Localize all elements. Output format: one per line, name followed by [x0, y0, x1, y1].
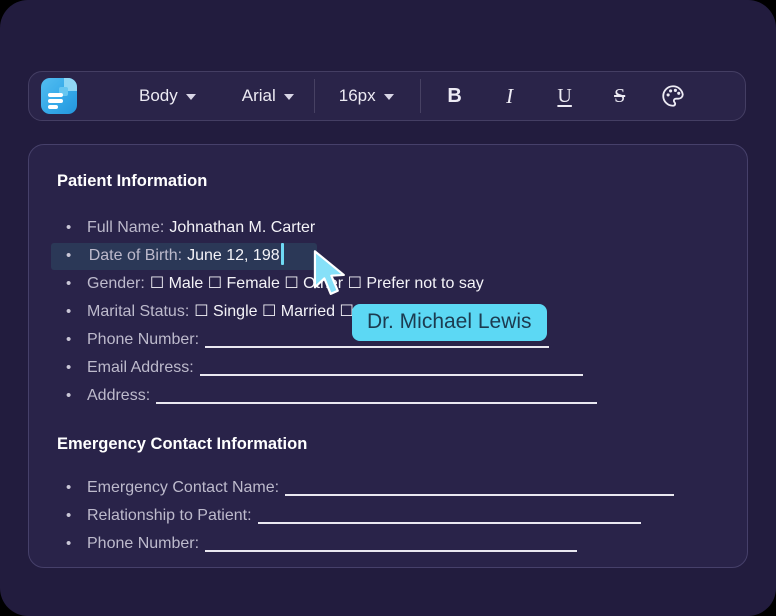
bullet-icon: •	[66, 474, 71, 502]
editor-window: Body Arial 16px B I U S	[0, 0, 776, 616]
list-item-email-address: • Email Address:	[57, 354, 719, 382]
bullet-icon: •	[66, 247, 71, 264]
document-editor-surface[interactable]: Patient Information • Full Name: Johnatha…	[28, 144, 748, 568]
list-item-gender: • Gender:☐ Male ☐ Female ☐ Other ☐ Prefe…	[57, 270, 719, 298]
field-label: Marital Status:	[87, 303, 189, 320]
blank-line	[258, 508, 641, 524]
bullet-icon: •	[66, 270, 71, 298]
font-size-dropdown[interactable]: 16px	[329, 80, 404, 112]
field-label: Phone Number:	[87, 535, 199, 552]
bullet-icon: •	[66, 298, 71, 326]
italic-icon: I	[506, 84, 513, 109]
paragraph-style-dropdown[interactable]: Body	[129, 80, 206, 112]
list-item-full-name: • Full Name: Johnathan M. Carter	[57, 214, 719, 242]
field-label: Relationship to Patient:	[87, 507, 252, 524]
formatting-toolbar: Body Arial 16px B I U S	[28, 71, 746, 121]
bold-button[interactable]: B	[435, 77, 475, 115]
font-family-dropdown[interactable]: Arial	[232, 80, 304, 112]
underline-button[interactable]: U	[545, 77, 585, 115]
text-caret	[281, 243, 284, 265]
field-label: Emergency Contact Name:	[87, 479, 279, 496]
blank-line	[205, 536, 577, 552]
strikethrough-icon: S	[614, 85, 625, 108]
field-label: Phone Number:	[87, 331, 199, 348]
blank-line	[156, 388, 597, 404]
field-label: Gender:	[87, 275, 145, 292]
text-color-button[interactable]	[653, 77, 693, 115]
app-logo-icon	[41, 78, 77, 114]
list-item-relationship: • Relationship to Patient:	[57, 502, 719, 530]
field-value: Johnathan M. Carter	[169, 219, 315, 236]
field-label: Email Address:	[87, 359, 194, 376]
field-label: Date of Birth:	[89, 247, 182, 264]
toolbar-divider	[314, 79, 315, 113]
bullet-icon: •	[66, 382, 71, 410]
underline-icon: U	[557, 85, 571, 108]
chevron-down-icon	[384, 94, 394, 100]
blank-line	[285, 480, 674, 496]
field-label: Full Name:	[87, 219, 164, 236]
bullet-icon: •	[66, 530, 71, 558]
italic-button[interactable]: I	[490, 77, 530, 115]
toolbar-divider	[420, 79, 421, 113]
font-family-value: Arial	[242, 86, 276, 106]
palette-icon	[660, 83, 686, 109]
bullet-icon: •	[66, 214, 71, 242]
collaborator-pointer-icon	[310, 249, 348, 299]
section-heading: Patient Information	[57, 171, 719, 191]
bold-icon: B	[447, 85, 461, 108]
bullet-icon: •	[66, 502, 71, 530]
emergency-contact-list: • Emergency Contact Name: • Relationship…	[57, 474, 719, 558]
bullet-icon: •	[66, 326, 71, 354]
bullet-icon: •	[66, 354, 71, 382]
collaborator-name-badge: Dr. Michael Lewis	[352, 304, 547, 341]
chevron-down-icon	[186, 94, 196, 100]
section-heading: Emergency Contact Information	[57, 434, 719, 454]
chevron-down-icon	[284, 94, 294, 100]
paragraph-style-value: Body	[139, 86, 178, 106]
field-label: Address:	[87, 387, 150, 404]
list-item-emergency-phone: • Phone Number:	[57, 530, 719, 558]
strikethrough-button[interactable]: S	[600, 77, 640, 115]
blank-line	[200, 360, 583, 376]
field-value: June 12, 198	[187, 247, 280, 264]
font-size-value: 16px	[339, 86, 376, 106]
list-item-emergency-name: • Emergency Contact Name:	[57, 474, 719, 502]
list-item-date-of-birth: • Date of Birth: June 12, 198	[57, 242, 719, 270]
list-item-address: • Address:	[57, 382, 719, 410]
